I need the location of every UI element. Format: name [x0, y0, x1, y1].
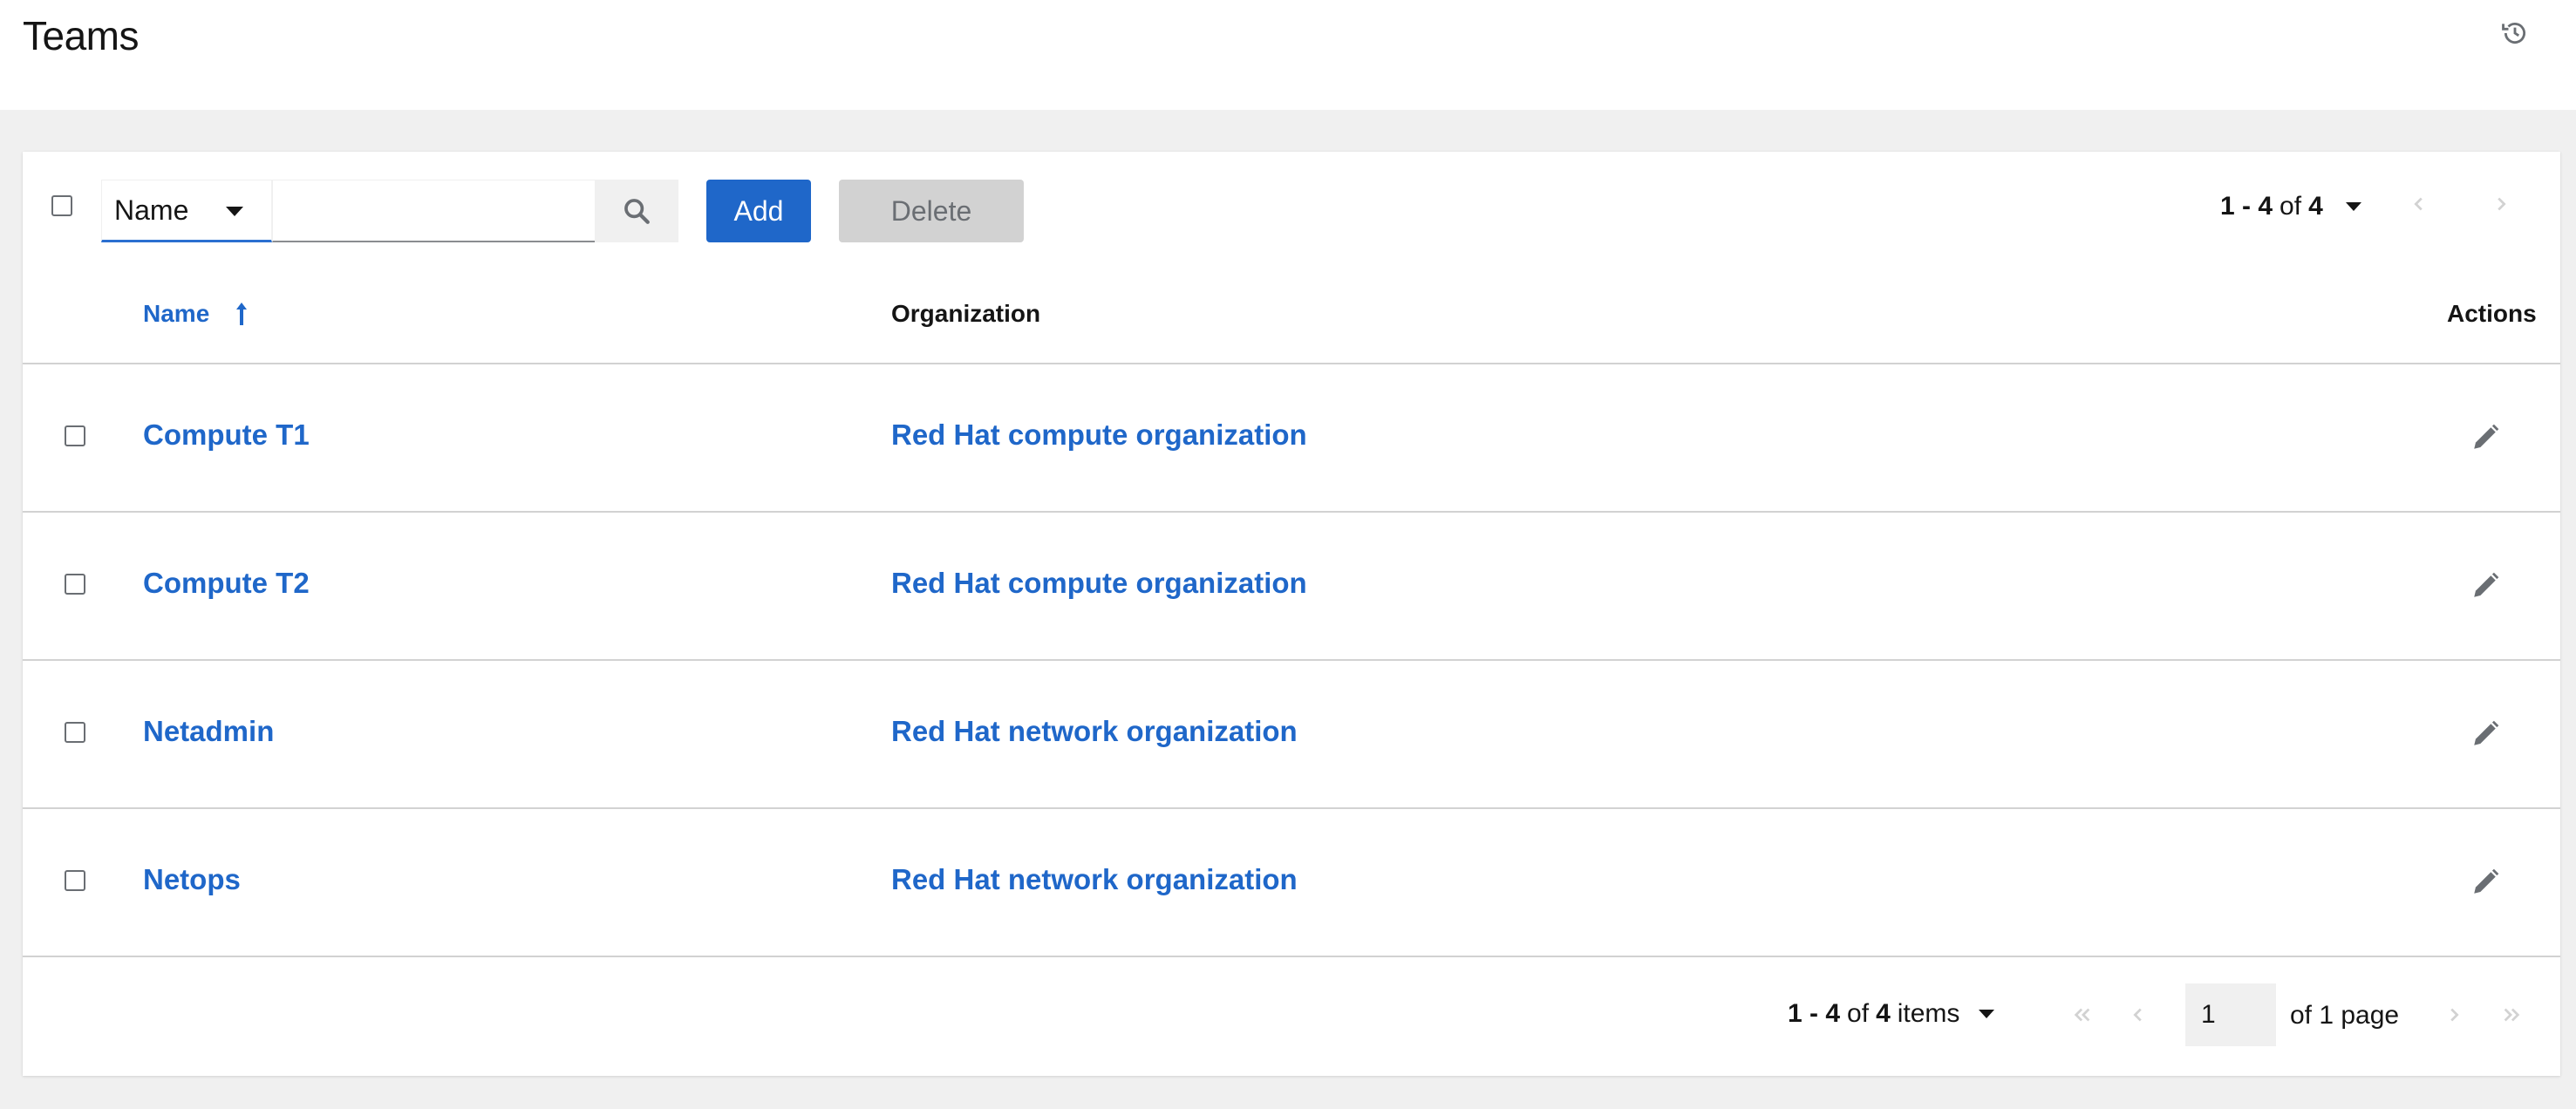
pencil-icon	[2474, 720, 2499, 745]
top-pagination-range: 1 - 4	[2220, 192, 2273, 221]
organization-link[interactable]: Red Hat network organization	[891, 863, 1298, 896]
double-chevron-left-icon	[2074, 1008, 2090, 1022]
chevron-left-icon	[2133, 1008, 2142, 1022]
bottom-pagination-of: of	[1847, 999, 1870, 1028]
organization-link[interactable]: Red Hat compute organization	[891, 567, 1307, 600]
column-header-name-label: Name	[143, 300, 210, 327]
bottom-pagination-range: 1 - 4	[1788, 999, 1841, 1028]
teams-list-card: Name Add Delete 1 - 4 of 4 Name Organiza…	[23, 152, 2560, 1076]
edit-button[interactable]	[2464, 861, 2506, 903]
column-header-name[interactable]: Name	[143, 300, 248, 328]
sort-ascending-icon	[236, 303, 248, 325]
filter-field-select[interactable]: Name	[101, 180, 272, 242]
table-row: Netops Red Hat network organization	[23, 809, 2560, 957]
bottom-pagination-toggle[interactable]: 1 - 4 of 4 items	[1788, 999, 1995, 1029]
row-checkbox[interactable]	[65, 870, 85, 891]
team-name-link[interactable]: Netops	[143, 863, 241, 896]
history-icon	[2502, 22, 2525, 44]
page-count-label: of 1 page	[2290, 1001, 2400, 1030]
edit-button[interactable]	[2464, 565, 2506, 607]
top-pagination-toggle[interactable]: 1 - 4 of 4	[2220, 192, 2361, 221]
team-name-link[interactable]: Compute T2	[143, 567, 310, 600]
add-button[interactable]: Add	[706, 180, 811, 242]
search-icon	[624, 199, 650, 224]
pencil-icon	[2474, 572, 2499, 597]
pencil-icon	[2474, 868, 2499, 894]
previous-page-button[interactable]	[2402, 187, 2436, 221]
caret-down-icon	[226, 207, 243, 216]
team-name-link[interactable]: Netadmin	[143, 715, 274, 748]
page-header: Teams	[0, 0, 2576, 110]
row-checkbox[interactable]	[65, 722, 85, 743]
row-checkbox[interactable]	[65, 574, 85, 595]
team-name-link[interactable]: Compute T1	[143, 418, 310, 452]
bottom-pagination-items: items	[1897, 999, 1960, 1028]
search-button[interactable]	[595, 180, 678, 242]
pencil-icon	[2474, 424, 2499, 449]
history-button[interactable]	[2498, 16, 2532, 51]
chevron-right-icon	[2450, 1008, 2459, 1022]
next-page-button[interactable]	[2429, 983, 2478, 1046]
column-header-actions: Actions	[2447, 300, 2537, 327]
bottom-pagination-total: 4	[1876, 999, 1891, 1028]
filter-field-label: Name	[114, 194, 189, 226]
chevron-left-icon	[2414, 197, 2423, 211]
top-pagination-of: of	[2280, 192, 2302, 221]
select-all-checkbox[interactable]	[51, 195, 72, 216]
current-page-input[interactable]	[2185, 983, 2276, 1046]
next-page-button[interactable]	[2484, 187, 2518, 221]
double-chevron-right-icon	[2504, 1008, 2520, 1022]
top-pagination-total: 4	[2308, 192, 2323, 221]
first-page-button[interactable]	[2058, 983, 2107, 1046]
table-row: Compute T2 Red Hat compute organization	[23, 513, 2560, 661]
caret-down-icon	[1979, 1010, 1995, 1018]
delete-button[interactable]: Delete	[839, 180, 1024, 242]
search-input[interactable]	[272, 180, 617, 242]
last-page-button[interactable]	[2487, 983, 2536, 1046]
page-title: Teams	[23, 13, 139, 58]
organization-link[interactable]: Red Hat network organization	[891, 715, 1298, 748]
chevron-right-icon	[2498, 197, 2506, 211]
table-row: Compute T1 Red Hat compute organization	[23, 364, 2560, 513]
column-header-organization[interactable]: Organization	[891, 300, 1040, 328]
row-checkbox[interactable]	[65, 425, 85, 446]
organization-link[interactable]: Red Hat compute organization	[891, 418, 1307, 452]
previous-page-button[interactable]	[2114, 983, 2163, 1046]
edit-button[interactable]	[2464, 713, 2506, 755]
edit-button[interactable]	[2464, 417, 2506, 459]
caret-down-icon	[2345, 202, 2361, 211]
table-row: Netadmin Red Hat network organization	[23, 661, 2560, 809]
